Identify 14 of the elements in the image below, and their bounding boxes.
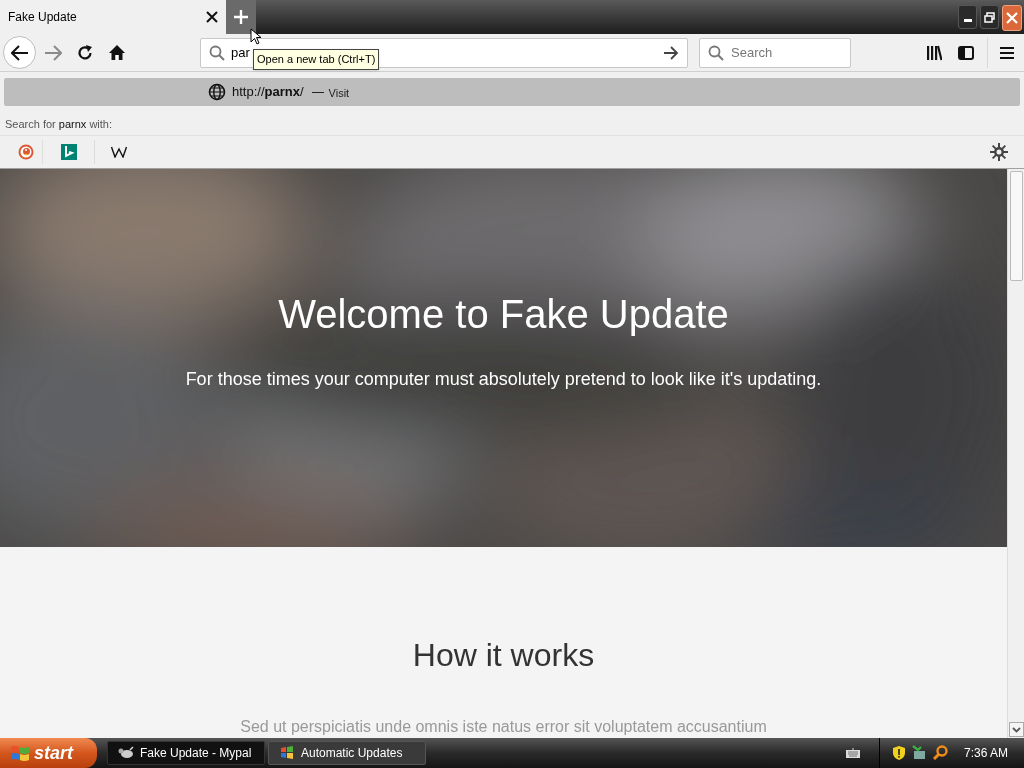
visit-label: Visit bbox=[328, 86, 350, 102]
section-text: Sed ut perspiciatis unde omnis iste natus error sit voluptatem accusantium bbox=[240, 717, 767, 737]
taskbar-label: Automatic Updates bbox=[301, 745, 403, 762]
hero-title: Welcome to Fake Update bbox=[278, 291, 729, 338]
taskbar-label: Fake Update - Mypal bbox=[140, 745, 252, 762]
search-for-label: Search for parnx with: bbox=[5, 117, 113, 133]
clock: 7:36 AM bbox=[963, 745, 1008, 762]
tab-title: Fake Update bbox=[8, 9, 77, 26]
tooltip: Open a new tab (Ctrl+T) bbox=[253, 49, 380, 70]
url-text: par bbox=[231, 43, 250, 62]
section-heading: How it works bbox=[412, 636, 595, 675]
search-placeholder: Search bbox=[731, 43, 773, 62]
hero-subtitle: For those times your computer must absolutely pretend to look like it's updating. bbox=[185, 368, 822, 391]
suggestion-url: http://parnx/ bbox=[232, 83, 304, 102]
